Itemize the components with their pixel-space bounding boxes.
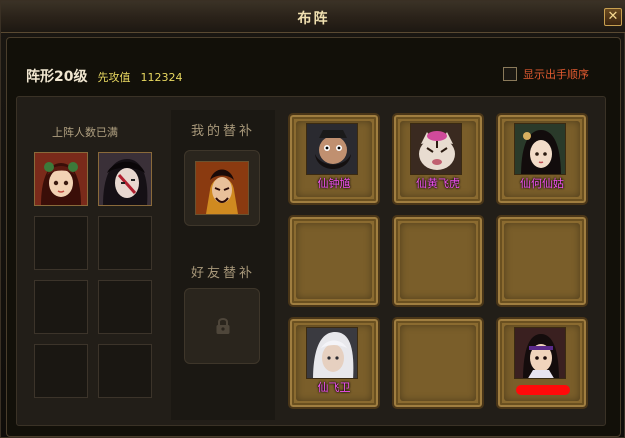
grid-cell-7[interactable]: 仙飞卫 [288,317,380,409]
portrait-zhong-kui [306,123,358,175]
grid-cell-4[interactable] [288,215,380,307]
grid-cell-3[interactable]: 仙何仙姑 [496,113,588,205]
portrait-huang-feihu [410,123,462,175]
my-substitute-title: 我的替补 [190,124,255,139]
attack-label: 先攻值 [97,71,131,84]
grid-cell-8[interactable] [392,317,484,409]
lineup-slot-3[interactable] [34,216,88,270]
redacted-name [516,385,570,395]
formation-level: 阵形20级 [26,69,88,85]
show-order-checkbox[interactable] [503,67,517,81]
lineup-slot-8[interactable] [98,344,152,398]
portrait-zhongkui-icon [307,124,357,174]
portrait-fei-wei [306,327,358,379]
portrait-white-hair-icon [307,328,357,378]
lineup-slot-1[interactable] [34,152,88,206]
lineup-slot-6[interactable] [98,280,152,334]
lineup-slot-5[interactable] [34,280,88,334]
grid-cell-5[interactable] [392,215,484,307]
lineup-status: 上阵人数已满 [52,126,118,139]
window-title: 布阵 [297,11,330,27]
hero-name: 仙何仙姑 [520,177,564,190]
substitutes-column: 我的替补 好友替补 [171,110,275,420]
hero-name: 仙钟馗 [317,177,351,190]
portrait-player-icon [515,328,565,378]
friend-substitute-slot[interactable] [184,288,260,364]
attack-value: 112324 [140,71,183,84]
close-button[interactable]: ✕ [604,8,622,26]
formation-header: 阵形20级 先攻值 112324 [26,66,183,85]
grid-cell-1[interactable]: 仙钟馗 [288,113,380,205]
portrait-he-xiangu [514,123,566,175]
grid-cell-9[interactable] [496,317,588,409]
title-bar: 布阵 ✕ [1,1,625,33]
portrait-player [514,327,566,379]
my-substitute-portrait [195,161,249,215]
hero-name: 仙黄飞虎 [416,177,460,190]
portrait-general-icon [196,162,248,214]
portrait-girl-red-icon [35,153,87,205]
lineup-slot-2[interactable] [98,152,152,206]
lock-icon [216,318,230,334]
my-substitute-slot[interactable] [184,150,260,226]
portrait-maiden-icon [515,124,565,174]
hero-name: 仙飞卫 [317,381,351,394]
grid-cell-2[interactable]: 仙黄飞虎 [392,113,484,205]
friend-substitute-title: 好友替补 [190,266,255,281]
show-order-toggle[interactable]: 显示出手顺序 [503,66,589,82]
portrait-masked-warrior-icon [99,153,151,205]
lineup-slot-7[interactable] [34,344,88,398]
portrait-tiger-icon [411,124,461,174]
lineup-slot-4[interactable] [98,216,152,270]
show-order-label: 显示出手顺序 [523,68,589,81]
grid-cell-6[interactable] [496,215,588,307]
